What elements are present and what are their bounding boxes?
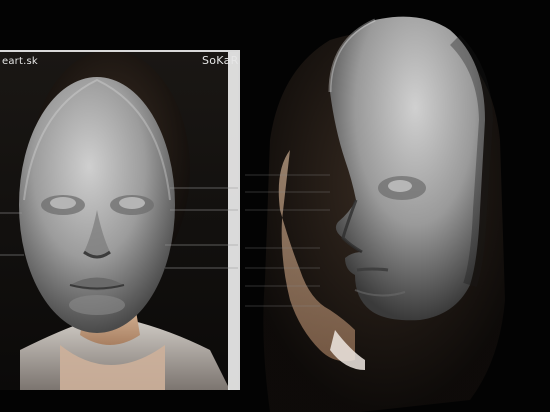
caption-left: eart.sk [2,56,38,67]
profile-view-content [245,16,505,412]
front-view-frame [0,50,240,390]
render-scene: eart.sk SoKaR [0,0,550,412]
caption-right: SoKaR [202,54,239,67]
